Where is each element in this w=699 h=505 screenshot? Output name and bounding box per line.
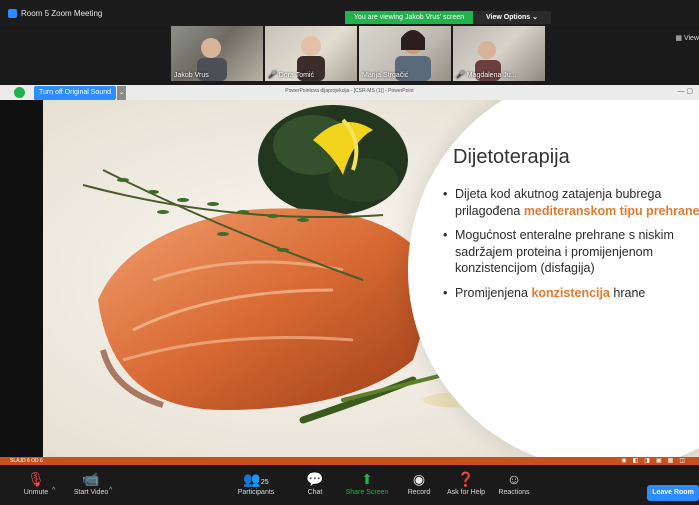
presentation-slide: Dijetoterapija Dijeta kod akutnog zataje…: [43, 100, 699, 457]
list-item: Mogućnost enteralne prehrane s niskim sa…: [441, 227, 699, 277]
window-title-text: Room 5 Zoom Meeting: [21, 9, 103, 18]
muted-mic-icon: 🎤: [268, 72, 277, 79]
participants-button[interactable]: 👥25 Participants: [234, 469, 278, 496]
participants-count: 25: [260, 479, 269, 486]
leave-room-button[interactable]: Leave Room: [647, 485, 699, 501]
meeting-controls: 🎙 Unmute ^ 📹 Start Video ^ 👥25 Participa…: [0, 465, 699, 505]
participant-gallery: Jakob Vrus 🎤 Dora Tomić Marija Strgačić 🎤…: [0, 26, 699, 84]
viewing-screen-banner: You are viewing Jakob Vrus' screen: [345, 11, 473, 24]
muted-mic-icon: 🎤: [456, 72, 465, 79]
video-off-icon: 📹: [82, 471, 100, 487]
participant-name: Jakob Vrus: [174, 72, 209, 79]
ppt-status-bar: SLAJD 6 OD 6 ◉◧◨▣▦◫: [0, 457, 699, 465]
start-video-button[interactable]: 📹 Start Video: [70, 469, 112, 496]
ask-for-help-button[interactable]: ❓ Ask for Help: [444, 469, 488, 496]
window-controls-icon[interactable]: — ▢: [677, 87, 693, 95]
record-button[interactable]: ◉ Record: [403, 469, 435, 496]
list-item: Dijeta kod akutnog zatajenja bubrega pri…: [441, 186, 699, 219]
grid-view-icon: ▦: [675, 35, 682, 42]
chevron-up-icon[interactable]: ^: [52, 487, 55, 494]
slide-title: Dijetoterapija: [453, 146, 570, 168]
participants-icon: 👥: [243, 471, 261, 487]
ppt-view-controls-icon[interactable]: ◉◧◨▣▦◫: [621, 457, 691, 464]
participant-name: 🎤 Magdalena Ju...: [456, 72, 517, 79]
shared-screen: Dijetoterapija Dijeta kod akutnog zataje…: [0, 100, 699, 457]
share-screen-button[interactable]: ⬆ Share Screen: [344, 469, 390, 496]
list-item: Promijenjena konzistencija hrane: [441, 285, 699, 302]
chat-button[interactable]: 💬 Chat: [300, 469, 330, 496]
reaction-smiley-icon: ☺: [506, 471, 522, 487]
zoom-logo-icon: [8, 9, 17, 18]
meeting-title-bar: Room 5 Zoom Meeting You are viewing Jako…: [0, 0, 699, 26]
participant-tile[interactable]: Marija Strgačić: [359, 26, 451, 81]
share-screen-icon: ⬆: [361, 471, 373, 487]
security-shield-icon[interactable]: [14, 87, 25, 98]
participant-tile[interactable]: 🎤 Dora Tomić: [265, 26, 357, 81]
slide-counter: SLAJD 6 OD 6: [10, 458, 43, 464]
participant-tile[interactable]: Jakob Vrus: [171, 26, 263, 81]
record-icon: ◉: [412, 471, 426, 487]
unmute-button[interactable]: 🎙 Unmute: [18, 469, 54, 496]
reactions-button[interactable]: ☺ Reactions: [494, 469, 534, 496]
gallery-view-button[interactable]: ▦ View: [675, 34, 699, 42]
slide-bullet-list: Dijeta kod akutnog zatajenja bubrega pri…: [441, 186, 699, 309]
chat-icon: 💬: [306, 471, 324, 487]
participant-name: 🎤 Dora Tomić: [268, 72, 314, 79]
participant-name: Marija Strgačić: [362, 72, 409, 79]
participant-tile[interactable]: 🎤 Magdalena Ju...: [453, 26, 545, 81]
help-icon: ❓: [457, 471, 475, 487]
chevron-up-icon[interactable]: ^: [109, 487, 112, 494]
original-sound-button[interactable]: Turn off Original Sound: [34, 86, 116, 100]
view-options-button[interactable]: View Options ⌄: [473, 11, 551, 24]
window-title: Room 5 Zoom Meeting: [8, 9, 102, 18]
chevron-down-icon[interactable]: ⌄: [117, 86, 126, 100]
muted-mic-icon: 🎙: [27, 471, 45, 487]
